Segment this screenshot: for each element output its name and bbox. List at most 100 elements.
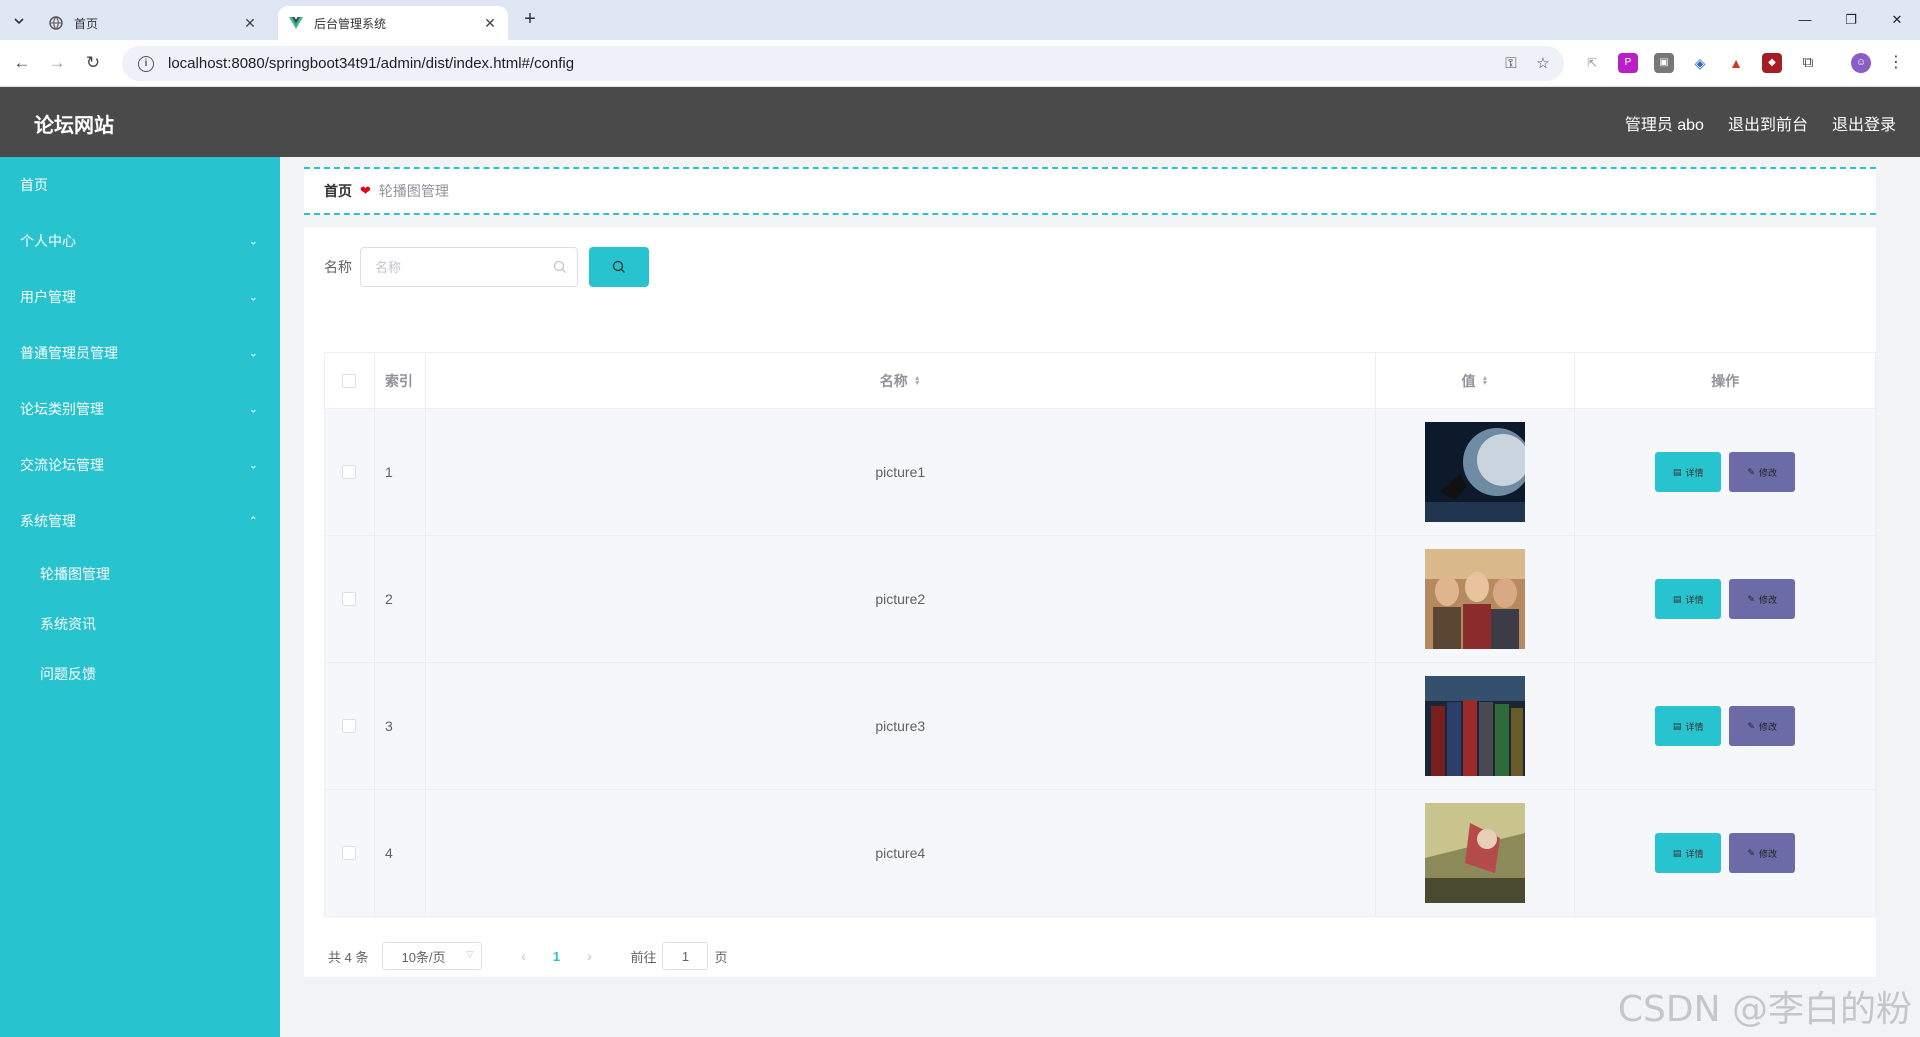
close-icon[interactable]: ✕ [482,15,498,32]
heart-separator-icon: ❤ [360,183,371,198]
breadcrumb: 首页 ❤ 轮播图管理 [304,167,1876,215]
extensions-puzzle-icon[interactable]: ⧉ [1798,53,1818,73]
main-content: 首页 ❤ 轮播图管理 名称 索引 名称 ▲▼ 值 ▲▼ 操作 [280,157,1920,1037]
next-page-icon[interactable]: › [574,948,604,964]
browser-tab-home[interactable]: 首页 ✕ [38,6,268,40]
row-checkbox[interactable] [342,719,357,733]
back-icon[interactable]: ← [11,52,33,74]
edit-button[interactable]: ✎ 修改 [1729,452,1796,492]
url-text[interactable]: localhost:8080/springboot34t91/admin/dis… [168,55,1500,72]
carousel-image-thumbnail[interactable] [1425,676,1526,776]
carousel-image-thumbnail[interactable] [1425,549,1526,649]
detail-button[interactable]: ▤ 详情 [1655,833,1722,873]
header-value-label: 值 [1461,372,1476,389]
extension-game-icon[interactable]: ▣ [1654,53,1674,73]
reload-icon[interactable]: ↻ [82,52,104,74]
carousel-image-thumbnail[interactable] [1425,803,1526,903]
edit-icon: ✎ [1747,720,1755,731]
sidebar-item-admin-management[interactable]: 普通管理员管理 ⌄ [0,325,280,381]
edit-icon: ✎ [1747,593,1755,604]
header-index-label: 索引 [384,372,413,389]
edit-button[interactable]: ✎ 修改 [1729,706,1796,746]
row-checkbox[interactable] [342,592,357,606]
sidebar-item-user-management[interactable]: 用户管理 ⌄ [0,269,280,325]
detail-button[interactable]: ▤ 详情 [1655,452,1722,492]
select-all-cell [325,353,375,408]
prev-page-icon[interactable]: ‹ [508,948,538,964]
page-number-current[interactable]: 1 [538,949,574,964]
sidebar-item-home[interactable]: 首页 [0,157,280,213]
search-input-wrapper[interactable] [360,247,578,287]
bookmark-star-icon[interactable]: ☆ [1532,53,1554,75]
sidebar-item-label: 论坛类别管理 [20,401,104,417]
sidebar-subitem-feedback[interactable]: 问题反馈 [0,649,280,699]
goto-page-input[interactable]: 1 [662,942,709,970]
header-name-label: 名称 [879,372,908,389]
select-all-checkbox[interactable] [342,373,357,388]
close-icon[interactable]: ✕ [242,15,258,32]
sidebar-item-forum-management[interactable]: 交流论坛管理 ⌄ [0,437,280,493]
extension-layers-icon[interactable]: ◈ [1690,53,1710,73]
breadcrumb-home[interactable]: 首页 [324,181,352,201]
document-icon: ▤ [1672,720,1682,731]
extension-shield-icon[interactable]: ◆ [1762,53,1782,73]
profile-avatar-icon[interactable]: ☺ [1851,53,1871,73]
goto-label: 前往 [630,949,657,965]
detail-button-label: 详情 [1685,848,1704,859]
exit-to-front-link[interactable]: 退出到前台 [1728,111,1808,135]
sidebar-item-personal-center[interactable]: 个人中心 ⌄ [0,213,280,269]
sidebar-item-system-management[interactable]: 系统管理 ⌃ [0,493,280,549]
browser-tab-admin[interactable]: 后台管理系统 ✕ [278,6,508,40]
extension-red-icon[interactable]: ▲ [1726,53,1746,73]
chevron-down-icon: ⌄ [248,347,258,360]
sidebar-subitem-carousel[interactable]: 轮播图管理 [0,549,280,599]
extension-purple-icon[interactable]: P [1618,53,1638,73]
window-close-icon[interactable]: ✕ [1882,8,1912,32]
row-value [1375,409,1576,535]
search-label: 名称 [324,259,352,275]
header-ops: 操作 [1575,353,1875,408]
minimize-icon[interactable]: — [1790,8,1820,32]
page-size-value: 10条/页 [401,949,446,965]
detail-button-label: 详情 [1685,467,1704,478]
sort-caret-icon[interactable]: ▲ ▼ [914,375,921,387]
row-index: 4 [374,790,426,916]
page-size-select[interactable]: 10条/页 ▽ [382,942,483,970]
detail-button[interactable]: ▤ 详情 [1655,706,1722,746]
table-header-row: 索引 名称 ▲ ▼ 值 ▲ ▼ 操作 [325,353,1875,409]
row-checkbox[interactable] [342,846,357,860]
browser-toolbar: ← → ↻ i localhost:8080/springboot34t91/a… [0,40,1920,87]
logout-link[interactable]: 退出登录 [1832,111,1896,135]
carousel-image-thumbnail[interactable] [1425,422,1526,522]
extension-cursor-icon[interactable]: ⇱ [1582,53,1602,73]
forward-icon[interactable]: → [46,52,68,74]
row-actions: ▤ 详情 ✎ 修改 [1575,663,1875,789]
sidebar-item-forum-category[interactable]: 论坛类别管理 ⌄ [0,381,280,437]
new-tab-button[interactable]: + [518,8,542,32]
detail-button[interactable]: ▤ 详情 [1655,579,1722,619]
restore-icon[interactable]: ❐ [1836,8,1866,32]
sort-caret-icon[interactable]: ▲ ▼ [1482,375,1489,387]
key-icon[interactable]: ⚿ [1500,53,1522,75]
edit-button[interactable]: ✎ 修改 [1729,833,1796,873]
app-title: 论坛网站 [34,115,114,137]
header-name[interactable]: 名称 ▲ ▼ [425,353,1376,408]
sidebar-item-label: 系统管理 [20,513,76,529]
address-bar[interactable]: i localhost:8080/springboot34t91/admin/d… [122,46,1564,81]
row-value [1375,536,1576,662]
edit-button[interactable]: ✎ 修改 [1729,579,1796,619]
row-checkbox[interactable] [342,465,357,479]
row-actions: ▤ 详情 ✎ 修改 [1575,409,1875,535]
table-row: 1 picture1 ▤ 详情 ✎ 修改 [325,409,1875,536]
vue-logo-icon [288,15,304,31]
search-button[interactable] [589,247,649,287]
app-header: 论坛网站 管理员 abo 退出到前台 退出登录 [0,87,1920,157]
header-value[interactable]: 值 ▲ ▼ [1375,353,1576,408]
search-input[interactable] [375,259,545,275]
sidebar-item-label: 用户管理 [20,289,76,305]
breadcrumb-current: 轮播图管理 [378,183,449,199]
tab-search-button[interactable] [8,10,30,32]
site-info-icon[interactable]: i [138,55,154,72]
sidebar-subitem-system-news[interactable]: 系统资讯 [0,599,280,649]
more-menu-icon[interactable]: ⋮ [1886,53,1906,73]
